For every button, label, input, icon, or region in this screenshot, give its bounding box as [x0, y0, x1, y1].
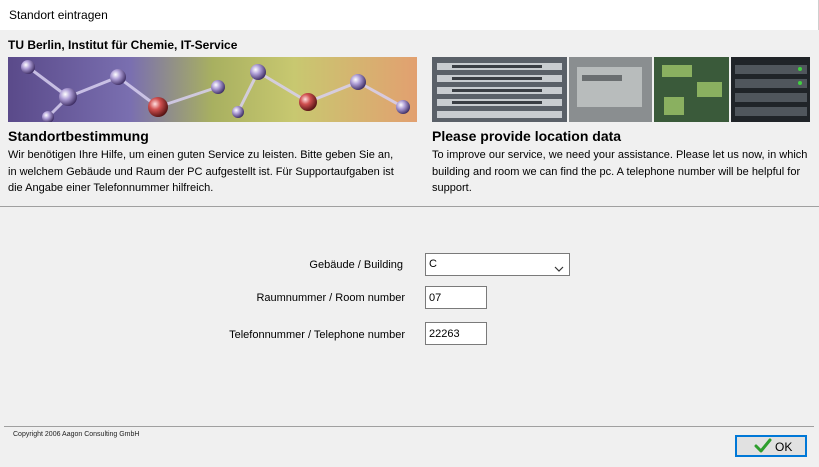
building-value: C	[429, 258, 437, 270]
building-label: Gebäude / Building	[309, 259, 403, 271]
copyright-text: Copyright 2006 Aagon Consulting GmbH	[13, 431, 140, 438]
ok-button-label: OK	[775, 440, 793, 454]
ok-button[interactable]: OK	[735, 435, 807, 457]
description-en: To improve our service, we need your ass…	[432, 149, 808, 194]
room-label: Raumnummer / Room number	[256, 292, 405, 304]
heading-en: Please provide location data	[432, 128, 622, 144]
window-title: Standort eintragen	[9, 8, 108, 22]
title-bar: Standort eintragen	[0, 0, 819, 30]
chemistry-banner-image	[8, 57, 417, 122]
footer-divider	[4, 426, 814, 427]
checkmark-icon	[754, 438, 772, 459]
room-input[interactable]	[425, 286, 487, 309]
org-title: TU Berlin, Institut für Chemie, IT-Servi…	[8, 38, 238, 52]
header-panel: TU Berlin, Institut für Chemie, IT-Servi…	[0, 30, 819, 207]
phone-input[interactable]	[425, 322, 487, 345]
hardware-banner-image	[432, 57, 810, 122]
phone-label: Telefonnummer / Telephone number	[229, 329, 405, 341]
chevron-down-icon	[554, 260, 564, 278]
building-select[interactable]: C	[425, 253, 570, 276]
heading-de: Standortbestimmung	[8, 128, 149, 144]
description-de: Wir benötigen Ihre Hilfe, um einen guten…	[8, 149, 394, 194]
